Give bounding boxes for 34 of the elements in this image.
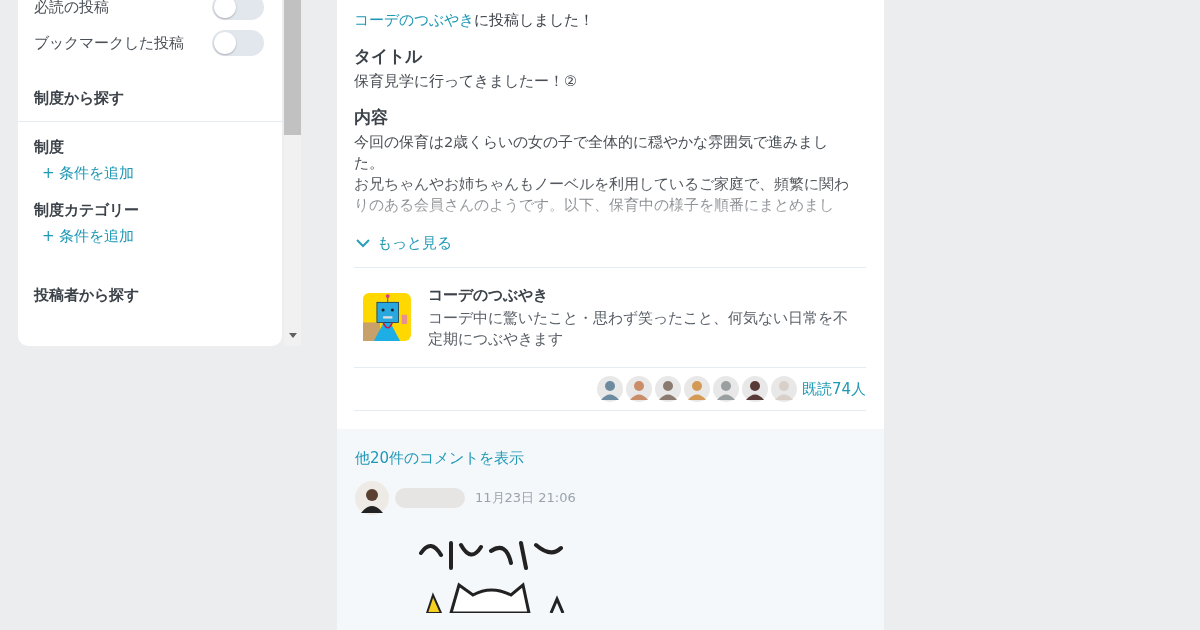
add-condition-link[interactable]: + 条件を追加 [42, 227, 135, 246]
avatar [712, 376, 739, 402]
channel-name: コーデのつぶやき [427, 286, 549, 305]
redacted-name [395, 488, 465, 508]
channel-link[interactable]: コーデのつぶやき [354, 11, 474, 29]
comment-time: 11月23日 21:06 [475, 489, 576, 507]
more-comments-link[interactable]: 他20件のコメントを表示 [355, 449, 525, 468]
avatar [355, 481, 389, 515]
add-condition-link[interactable]: + 条件を追加 [42, 164, 135, 183]
chevron-down-icon [356, 239, 370, 248]
avatar [683, 376, 710, 402]
avatar [770, 376, 797, 402]
posted-text: に投稿しました！ [474, 11, 594, 29]
field-text: 今回の保育は2歳くらいの女の子で全体的に穏やかな雰囲気で進みました。 [354, 133, 830, 173]
channel-description: コーデ中に驚いたこと・思わず笑ったこと、何気ない日常を不定期につぶやきます [427, 308, 849, 350]
field-heading: タイトル [354, 45, 424, 68]
show-more-link[interactable]: もっと見る [356, 234, 452, 253]
section-heading: 制度から探す [34, 89, 125, 109]
toggle-switch[interactable] [212, 0, 264, 20]
avatar [741, 376, 768, 402]
field-text: 保育見学に行ってきましたー！② [354, 72, 578, 91]
section-heading: 投稿者から探す [34, 286, 140, 306]
field-text: お兄ちゃんやお姉ちゃんもノーベルを利用しているご家庭で、頻繁に関わりのある会員さんのようです。以下、保育中の様子を順番にまとめまし [354, 175, 850, 215]
field-heading: 内容 [354, 106, 389, 129]
filter-heading: 制度 [34, 138, 65, 158]
filter-label: ブックマークした投稿 [34, 33, 184, 53]
scrollbar[interactable] [284, 0, 301, 346]
toggle-switch[interactable] [212, 30, 264, 56]
scroll-down-arrow-icon[interactable] [289, 333, 297, 338]
filter-heading: 制度カテゴリー [34, 201, 140, 221]
avatar [654, 376, 681, 402]
avatar [625, 376, 652, 402]
avatar [596, 376, 623, 402]
read-count-link[interactable]: 既読74人 [801, 379, 866, 399]
